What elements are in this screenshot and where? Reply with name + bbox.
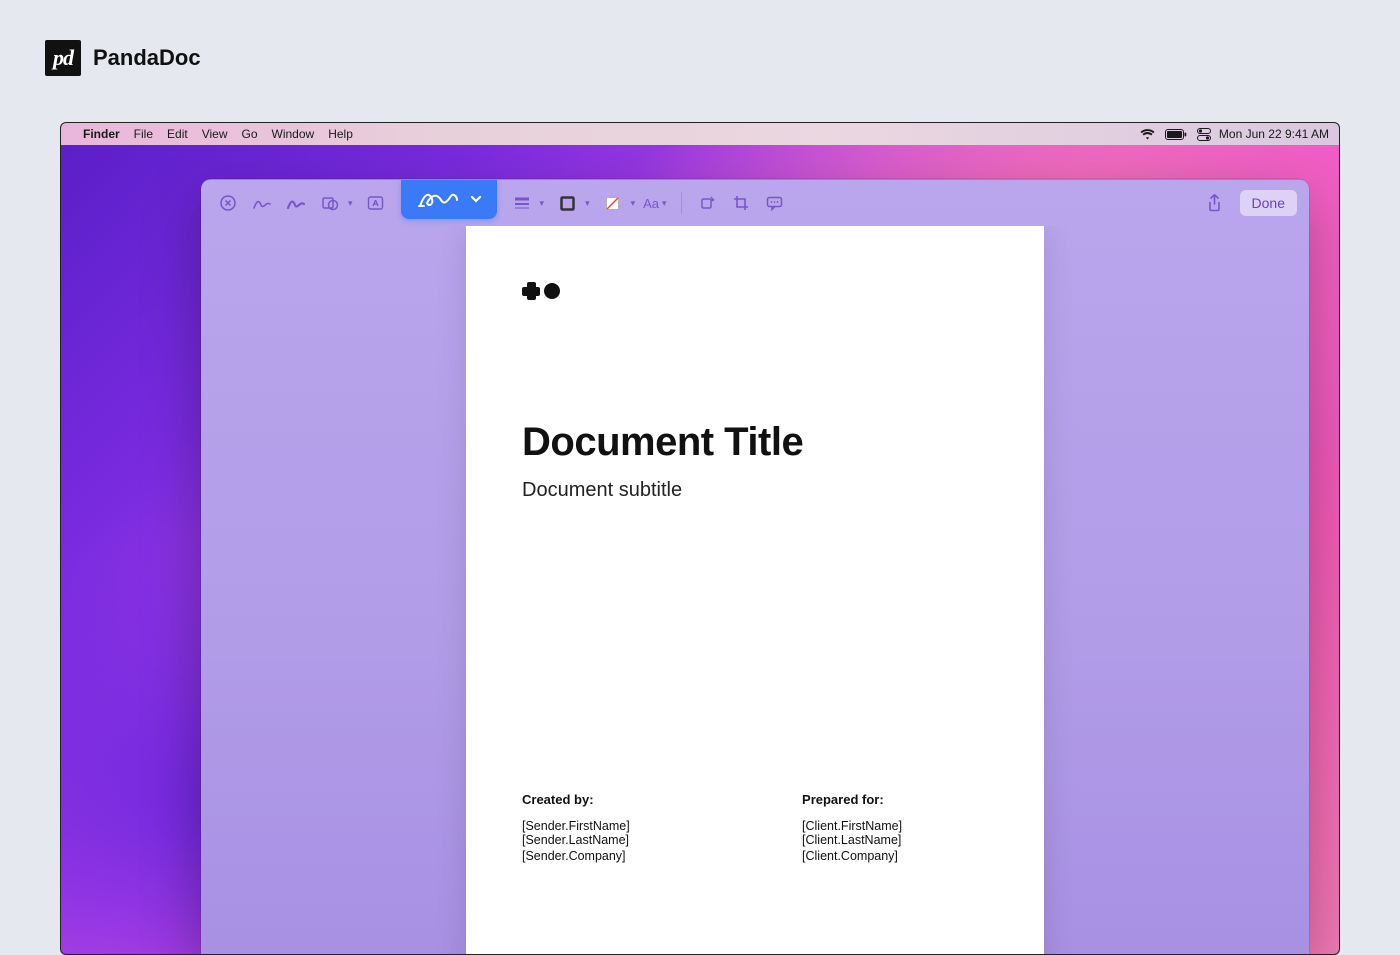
text-style-button[interactable]: Aa — [643, 196, 659, 211]
menu-window[interactable]: Window — [272, 127, 315, 141]
chevron-down-icon[interactable]: ▾ — [662, 198, 667, 209]
signature-button[interactable] — [401, 179, 497, 219]
preview-markup-window: ▾ ▾ — [201, 179, 1309, 954]
done-button[interactable]: Done — [1240, 190, 1297, 216]
prepared-for-name: [Client.FirstName] [Client.LastName] — [802, 819, 988, 847]
sketch-icon[interactable] — [247, 188, 277, 218]
prepared-for-company: [Client.Company] — [802, 849, 988, 863]
rotate-icon[interactable] — [692, 188, 722, 218]
share-icon[interactable] — [1200, 188, 1230, 218]
document-placeholder-logo — [522, 282, 988, 300]
menu-help[interactable]: Help — [328, 127, 353, 141]
menu-go[interactable]: Go — [242, 127, 258, 141]
close-markup-button[interactable] — [213, 188, 243, 218]
brand-logo: pd — [45, 40, 81, 76]
desktop-wallpaper: ▾ ▾ — [61, 145, 1339, 954]
menubar-app-name[interactable]: Finder — [83, 127, 120, 141]
toolbar-separator — [681, 192, 682, 214]
document-page[interactable]: Document Title Document subtitle Created… — [466, 226, 1044, 954]
fill-color-icon[interactable] — [598, 188, 628, 218]
chevron-down-icon[interactable]: ▾ — [631, 198, 636, 209]
created-by-block: Created by: [Sender.FirstName] [Sender.L… — [522, 792, 722, 865]
menu-view[interactable]: View — [202, 127, 228, 141]
menu-file[interactable]: File — [134, 127, 153, 141]
markup-toolbar: ▾ ▾ — [201, 180, 1309, 226]
chevron-down-icon — [469, 192, 483, 206]
brand-header: pd PandaDoc — [45, 40, 201, 76]
prepared-for-heading: Prepared for: — [802, 792, 988, 807]
document-subtitle: Document subtitle — [522, 479, 988, 502]
chevron-down-icon[interactable]: ▾ — [585, 198, 590, 209]
line-style-icon[interactable] — [507, 188, 537, 218]
shapes-icon[interactable] — [315, 188, 345, 218]
document-meta-row: Created by: [Sender.FirstName] [Sender.L… — [522, 792, 988, 865]
created-by-heading: Created by: — [522, 792, 722, 807]
crop-icon[interactable] — [726, 188, 756, 218]
annotate-icon[interactable] — [760, 188, 790, 218]
document-canvas[interactable]: Document Title Document subtitle Created… — [201, 226, 1309, 954]
menu-edit[interactable]: Edit — [167, 127, 188, 141]
draw-icon[interactable] — [281, 188, 311, 218]
text-box-icon[interactable] — [361, 188, 391, 218]
prepared-for-block: Prepared for: [Client.FirstName] [Client… — [802, 792, 988, 865]
created-by-name: [Sender.FirstName] [Sender.LastName] — [522, 819, 722, 847]
control-center-icon[interactable] — [1197, 128, 1211, 141]
document-title: Document Title — [522, 420, 988, 465]
created-by-company: [Sender.Company] — [522, 849, 722, 863]
stroke-color-icon[interactable] — [552, 188, 582, 218]
screenshot-frame: Finder File Edit View Go Window Help Mon… — [60, 122, 1340, 955]
wifi-icon[interactable] — [1140, 129, 1155, 140]
brand-name: PandaDoc — [93, 45, 201, 71]
chevron-down-icon[interactable]: ▾ — [348, 198, 353, 209]
macos-menubar: Finder File Edit View Go Window Help Mon… — [61, 123, 1339, 145]
battery-icon[interactable] — [1165, 129, 1187, 140]
chevron-down-icon[interactable]: ▾ — [540, 198, 545, 209]
menubar-clock[interactable]: Mon Jun 22 9:41 AM — [1219, 127, 1329, 141]
